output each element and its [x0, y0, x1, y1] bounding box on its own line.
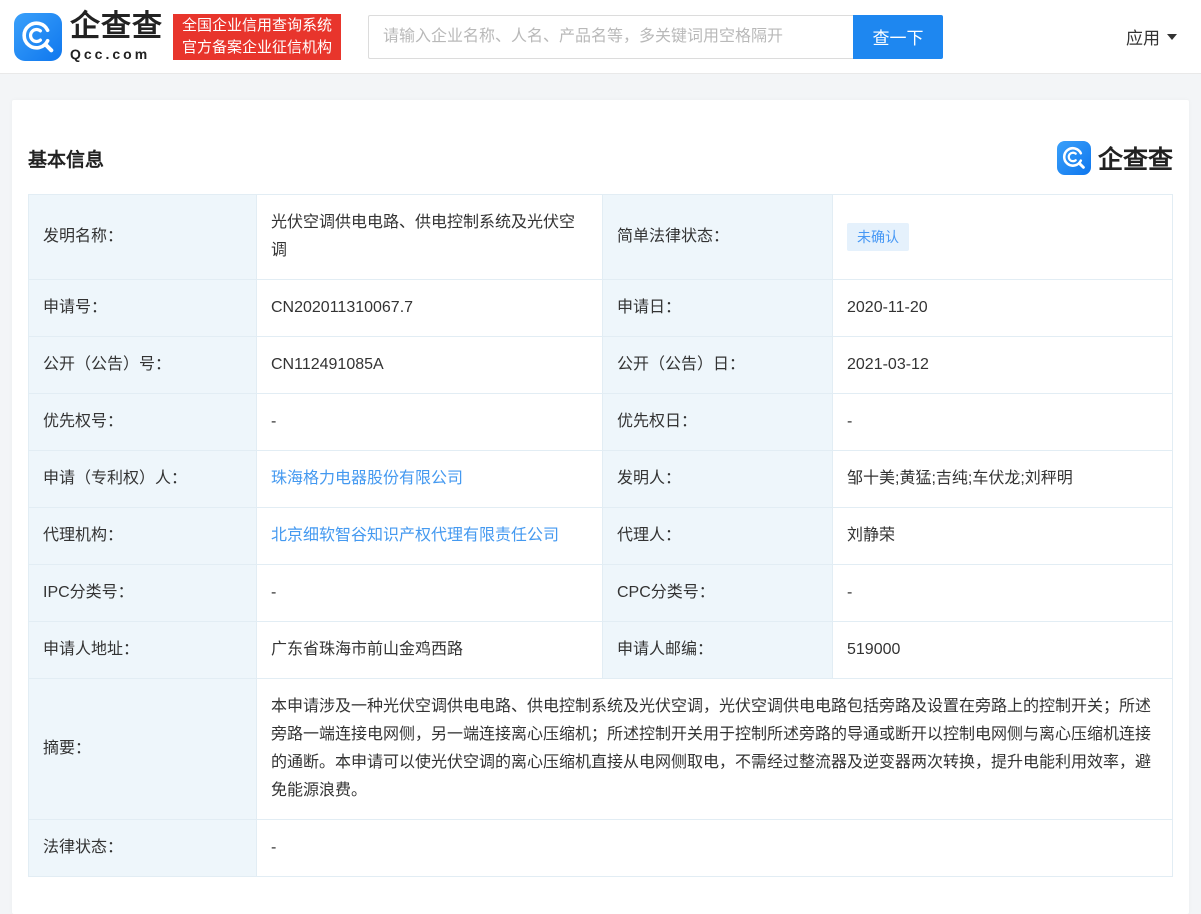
- chevron-down-icon: [1167, 34, 1177, 40]
- patent-info-table: 发明名称： 光伏空调供电电路、供电控制系统及光伏空调 简单法律状态： 未确认 申…: [28, 194, 1173, 877]
- priority-number-value: -: [257, 394, 603, 451]
- apps-menu[interactable]: 应用: [1126, 24, 1177, 49]
- search-button[interactable]: 查一下: [853, 15, 943, 59]
- application-date-value: 2020-11-20: [833, 280, 1173, 337]
- application-number-label: 申请号：: [29, 280, 257, 337]
- publication-date-label: 公开（公告）日：: [603, 337, 833, 394]
- priority-date-value: -: [833, 394, 1173, 451]
- priority-date-label: 优先权日：: [603, 394, 833, 451]
- applicant-label: 申请（专利权）人：: [29, 451, 257, 508]
- inventors-value: 邹十美;黄猛;吉纯;车伏龙;刘秤明: [833, 451, 1173, 508]
- applicant-value: 珠海格力电器股份有限公司: [257, 451, 603, 508]
- agency-value: 北京细软智谷知识产权代理有限责任公司: [257, 508, 603, 565]
- application-date-label: 申请日：: [603, 280, 833, 337]
- abstract-value: 本申请涉及一种光伏空调供电电路、供电控制系统及光伏空调，光伏空调供电电路包括旁路…: [257, 679, 1173, 820]
- row-legal-status: 法律状态： -: [29, 820, 1173, 877]
- priority-number-label: 优先权号：: [29, 394, 257, 451]
- publication-number-label: 公开（公告）号：: [29, 337, 257, 394]
- cpc-class-value: -: [833, 565, 1173, 622]
- agent-value: 刘静荣: [833, 508, 1173, 565]
- legal-status-label: 法律状态：: [29, 820, 257, 877]
- watermark-brand-name: 企查查: [1098, 140, 1173, 176]
- invention-name-label: 发明名称：: [29, 195, 257, 280]
- row-applicant-address: 申请人地址： 广东省珠海市前山金鸡西路 申请人邮编： 519000: [29, 622, 1173, 679]
- simple-legal-status-value: 未确认: [833, 195, 1173, 280]
- page-body: 基本信息 企查查 发明名称： 光伏空调供电电路、供电控制系统及光伏空调: [0, 74, 1201, 914]
- applicant-postcode-value: 519000: [833, 622, 1173, 679]
- publication-date-value: 2021-03-12: [833, 337, 1173, 394]
- slogan-line2: 官方备案企业征信机构: [182, 37, 332, 59]
- qcc-logo[interactable]: 企查查 Qcc.com: [14, 12, 163, 62]
- agency-company-link[interactable]: 北京细软智谷知识产权代理有限责任公司: [271, 527, 559, 544]
- agency-label: 代理机构：: [29, 508, 257, 565]
- top-header: 企查查 Qcc.com 全国企业信用查询系统 官方备案企业征信机构 查一下 应用: [0, 0, 1201, 74]
- abstract-label: 摘要：: [29, 679, 257, 820]
- ipc-class-value: -: [257, 565, 603, 622]
- card-header: 基本信息 企查查: [28, 140, 1173, 176]
- row-abstract: 摘要： 本申请涉及一种光伏空调供电电路、供电控制系统及光伏空调，光伏空调供电电路…: [29, 679, 1173, 820]
- simple-legal-status-label: 简单法律状态：: [603, 195, 833, 280]
- section-title: 基本信息: [28, 145, 104, 172]
- publication-number-value: CN112491085A: [257, 337, 603, 394]
- row-publication-number: 公开（公告）号： CN112491085A 公开（公告）日： 2021-03-1…: [29, 337, 1173, 394]
- cpc-class-label: CPC分类号：: [603, 565, 833, 622]
- qcc-watermark: 企查查: [1057, 140, 1173, 176]
- applicant-company-link[interactable]: 珠海格力电器股份有限公司: [271, 470, 463, 487]
- row-application-number: 申请号： CN202011310067.7 申请日： 2020-11-20: [29, 280, 1173, 337]
- applicant-address-label: 申请人地址：: [29, 622, 257, 679]
- qcc-magnifier-logo-icon: [1057, 141, 1091, 175]
- application-number-value: CN202011310067.7: [257, 280, 603, 337]
- invention-name-value: 光伏空调供电电路、供电控制系统及光伏空调: [257, 195, 603, 280]
- applicant-postcode-label: 申请人邮编：: [603, 622, 833, 679]
- search-bar: 查一下: [368, 15, 943, 59]
- slogan-line1: 全国企业信用查询系统: [182, 15, 332, 37]
- status-badge: 未确认: [847, 223, 909, 251]
- brand-text: 企查查 Qcc.com: [70, 12, 163, 62]
- row-agency: 代理机构： 北京细软智谷知识产权代理有限责任公司 代理人： 刘静荣: [29, 508, 1173, 565]
- inventors-label: 发明人：: [603, 451, 833, 508]
- slogan-badge: 全国企业信用查询系统 官方备案企业征信机构: [173, 14, 341, 60]
- brand-domain: Qcc.com: [70, 46, 163, 62]
- row-ipc-class: IPC分类号： - CPC分类号： -: [29, 565, 1173, 622]
- row-applicant: 申请（专利权）人： 珠海格力电器股份有限公司 发明人： 邹十美;黄猛;吉纯;车伏…: [29, 451, 1173, 508]
- basic-info-card: 基本信息 企查查 发明名称： 光伏空调供电电路、供电控制系统及光伏空调: [12, 100, 1189, 914]
- legal-status-value: -: [257, 820, 1173, 877]
- row-invention-name: 发明名称： 光伏空调供电电路、供电控制系统及光伏空调 简单法律状态： 未确认: [29, 195, 1173, 280]
- search-input[interactable]: [368, 15, 853, 59]
- applicant-address-value: 广东省珠海市前山金鸡西路: [257, 622, 603, 679]
- qcc-magnifier-logo-icon: [14, 13, 62, 61]
- agent-label: 代理人：: [603, 508, 833, 565]
- row-priority-number: 优先权号： - 优先权日： -: [29, 394, 1173, 451]
- apps-menu-label: 应用: [1126, 24, 1160, 49]
- ipc-class-label: IPC分类号：: [29, 565, 257, 622]
- brand-name: 企查查: [70, 12, 163, 42]
